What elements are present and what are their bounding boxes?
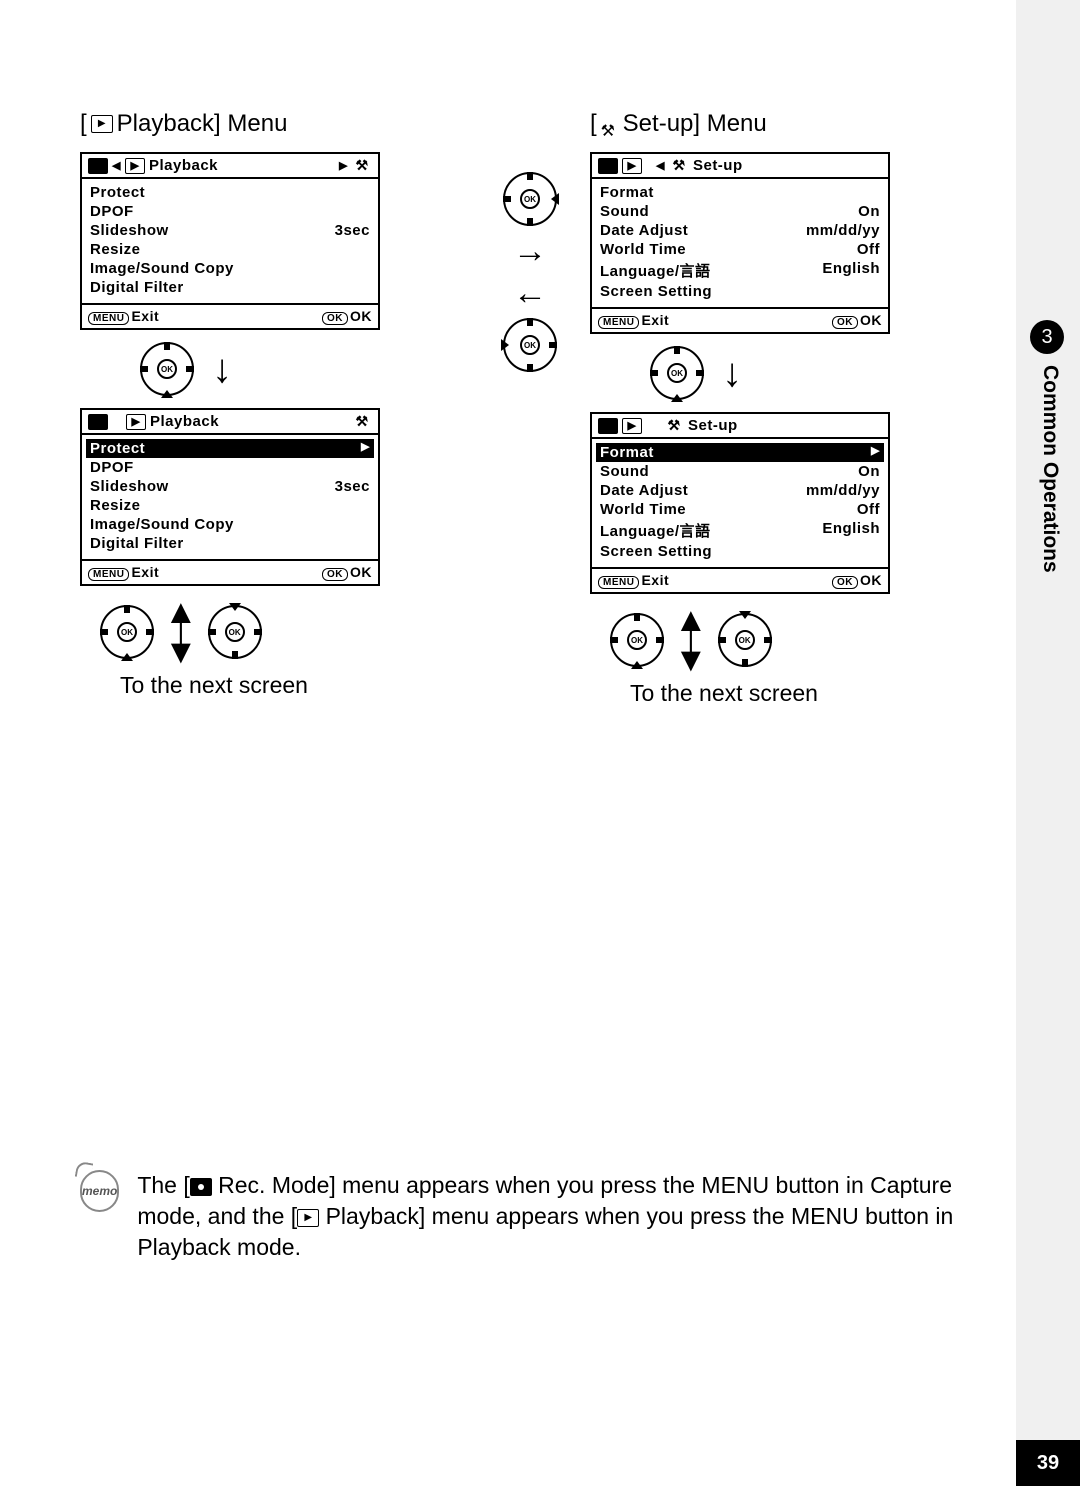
menu-row: Image/Sound Copy [90,515,370,534]
menu-row: Digital Filter [90,278,370,297]
playback-icon [297,1209,319,1227]
memo-icon: memo [80,1170,119,1212]
setup-tab-icon: ⚒ [352,158,372,174]
menu-row: Language/言語English [600,519,880,542]
dpad-down-icon: OK [140,342,194,396]
menu-row: SoundOn [600,202,880,221]
sidebar-strip [1016,0,1080,1486]
menu-row: DPOF [90,202,370,221]
lcd-tab-header: ◀ ▶ Playback ▶ ⚒ [82,154,378,179]
menu-row: World TimeOff [600,500,880,519]
tab-label: Playback [149,157,335,174]
playback-tab-icon: ▶ [125,158,145,174]
menu-row: Language/言語English [600,259,880,282]
camera-icon [190,1178,212,1196]
menu-row: Protect [90,183,370,202]
menu-row-highlighted: Format▶ [596,443,884,462]
up-down-arrows-icon: ▲|▼ [164,602,198,662]
camera-tab-icon [598,418,618,434]
memo-note: memo The [ Rec. Mode] menu appears when … [80,1170,960,1263]
setup-icon [601,115,619,133]
setup-screen-2: ▶ ⚒ Set-up Format▶ SoundOn Date Adjustmm… [590,412,890,594]
setup-menu-title: [ Set-up] Menu [590,110,980,138]
setup-tab-icon: ⚒ [352,414,372,430]
arrow-left-icon: ← [513,276,547,310]
arrow-right-icon: → [513,234,547,268]
dpad-down-icon: OK [610,613,664,667]
menu-row: Digital Filter [90,534,370,553]
playback-tab-icon: ▶ [622,158,642,174]
page-number: 39 [1016,1440,1080,1486]
memo-text: The [ Rec. Mode] menu appears when you p… [137,1170,960,1263]
right-caret-icon: ▶ [339,159,348,172]
menu-row: DPOF [90,458,370,477]
menu-row: Slideshow3sec [90,221,370,240]
playback-menu-title: [ Playback] Menu [80,110,470,138]
playback-icon [91,115,113,133]
dpad-down-icon: OK [100,605,154,659]
menu-row: Date Adjustmm/dd/yy [600,481,880,500]
left-caret-icon: ◀ [112,159,121,172]
arrow-down-icon: ↓ [212,349,232,389]
menu-row: Screen Setting [600,542,880,561]
up-down-arrows-icon: ▲|▼ [674,610,708,670]
setup-screen-1: ▶ ◀ ⚒ Set-up Format SoundOn Date Adjustm… [590,152,890,334]
playback-screen-1: ◀ ▶ Playback ▶ ⚒ Protect DPOF Slideshow3… [80,152,380,330]
chapter-label: Common Operations [1038,365,1062,573]
menu-button-label: MENU [88,312,129,325]
menu-row: Image/Sound Copy [90,259,370,278]
camera-tab-icon [88,158,108,174]
menu-row: World TimeOff [600,240,880,259]
menu-row: Slideshow3sec [90,477,370,496]
menu-row: Screen Setting [600,282,880,301]
menu-row: Format [600,183,880,202]
dpad-right-icon: OK [503,172,557,226]
chapter-number-badge: 3 [1030,320,1064,354]
arrow-down-icon: ↓ [722,353,742,393]
dpad-up-icon: OK [208,605,262,659]
ok-button-label: OK [322,312,348,325]
menu-row: Resize [90,240,370,259]
next-screen-caption: To the next screen [630,680,980,707]
next-screen-caption: To the next screen [120,672,470,699]
dpad-up-icon: OK [718,613,772,667]
left-caret-icon: ◀ [656,159,665,172]
setup-tab-icon: ⚒ [669,158,689,174]
menu-row-highlighted: Protect▶ [86,439,374,458]
playback-column: [ Playback] Menu ◀ ▶ Playback ▶ ⚒ Protec… [80,110,470,707]
camera-tab-icon [88,414,108,430]
camera-tab-icon [598,158,618,174]
playback-screen-2: ▶ Playback ⚒ Protect▶ DPOF Slideshow3sec… [80,408,380,586]
dpad-left-icon: OK [503,318,557,372]
dpad-down-icon: OK [650,346,704,400]
navigation-arrows-column: OK → ← OK [490,110,570,707]
menu-row: Date Adjustmm/dd/yy [600,221,880,240]
setup-column: [ Set-up] Menu ▶ ◀ ⚒ Set-up Format Sound… [590,110,980,707]
menu-row: Resize [90,496,370,515]
menu-row: SoundOn [600,462,880,481]
playback-tab-icon: ▶ [126,414,146,430]
setup-tab-icon: ⚒ [664,418,684,434]
playback-tab-icon: ▶ [622,418,642,434]
